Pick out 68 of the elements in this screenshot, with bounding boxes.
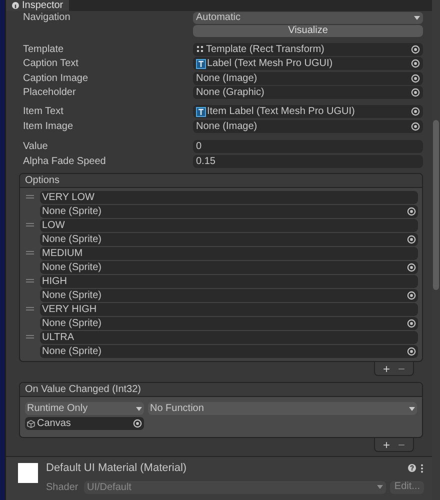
- field-label: Item Text: [23, 105, 64, 119]
- field-label: Caption Image: [23, 72, 90, 86]
- caret-icon: [409, 406, 415, 410]
- option-text-field[interactable]: VERY LOW: [40, 191, 418, 204]
- info-icon: [12, 2, 19, 9]
- caret-icon: [377, 485, 384, 489]
- sprite-field[interactable]: None (Sprite): [40, 205, 418, 218]
- add-button[interactable]: +: [382, 438, 390, 450]
- target-field[interactable]: Canvas: [25, 417, 144, 430]
- sprite-field[interactable]: None (Sprite): [40, 317, 418, 330]
- options-header: Options: [20, 174, 422, 188]
- option-text-field[interactable]: HIGH: [40, 275, 418, 288]
- sprite-field[interactable]: None (Sprite): [40, 261, 418, 274]
- scrollbar-thumb[interactable]: [433, 120, 439, 290]
- object-field[interactable]: None (Graphic): [193, 86, 423, 99]
- visualize-button[interactable]: Visualize: [193, 25, 423, 37]
- field-label: Alpha Fade Speed: [23, 154, 107, 168]
- field-label: Navigation: [23, 11, 72, 25]
- drag-handle-icon[interactable]: [26, 195, 34, 199]
- caret-icon: [136, 406, 142, 410]
- text-component-icon: [196, 58, 206, 68]
- object-picker-icon[interactable]: [407, 291, 416, 300]
- rect-transform-icon: [196, 45, 204, 53]
- number-field[interactable]: 0: [193, 140, 423, 152]
- object-picker-icon[interactable]: [407, 207, 416, 216]
- inspector-tab[interactable]: Inspector: [6, 0, 70, 11]
- field-label: Placeholder: [23, 86, 77, 100]
- help-icon[interactable]: [408, 464, 416, 472]
- material-name: Default UI Material (Material): [46, 461, 188, 476]
- sprite-field[interactable]: None (Sprite): [40, 233, 418, 246]
- field-label: Value: [23, 140, 49, 154]
- object-field[interactable]: Label (Text Mesh Pro UGUI): [193, 57, 423, 70]
- object-picker-icon[interactable]: [407, 319, 416, 328]
- object-picker-icon[interactable]: [407, 347, 416, 356]
- object-field[interactable]: Template (Rect Transform): [193, 42, 423, 56]
- object-field[interactable]: None (Image): [193, 120, 423, 132]
- event-header: On Value Changed (Int32): [20, 383, 422, 397]
- drag-handle-icon[interactable]: [26, 335, 34, 339]
- runtime-dropdown[interactable]: Runtime Only: [25, 402, 144, 415]
- cube-icon: [27, 420, 35, 428]
- add-button[interactable]: +: [382, 362, 390, 374]
- text-component-icon: [196, 106, 206, 116]
- object-picker-icon[interactable]: [407, 235, 416, 244]
- option-text-field[interactable]: MEDIUM: [40, 247, 418, 260]
- object-field[interactable]: Item Label (Text Mesh Pro UGUI): [193, 105, 423, 118]
- option-text-field[interactable]: ULTRA: [40, 331, 418, 344]
- option-text-field[interactable]: VERY HIGH: [40, 303, 418, 316]
- drag-handle-icon[interactable]: [26, 223, 34, 227]
- object-field[interactable]: None (Image): [193, 72, 423, 84]
- field-label: Item Image: [23, 120, 74, 134]
- field-label: Template: [23, 42, 65, 56]
- drag-handle-icon[interactable]: [26, 251, 34, 255]
- caret-icon: [414, 16, 420, 20]
- tab-title: Inspector: [22, 0, 64, 10]
- shader-label: Shader: [46, 480, 80, 494]
- more-icon[interactable]: [420, 464, 424, 473]
- material-swatch: [18, 463, 38, 483]
- function-dropdown[interactable]: No Function: [148, 402, 417, 415]
- object-picker-icon[interactable]: [133, 419, 142, 428]
- option-text-field[interactable]: LOW: [40, 219, 418, 232]
- drag-handle-icon[interactable]: [26, 307, 34, 311]
- number-field[interactable]: 0.15: [193, 154, 423, 168]
- drag-handle-icon[interactable]: [26, 279, 34, 283]
- sprite-field[interactable]: None (Sprite): [40, 345, 418, 358]
- sprite-field[interactable]: None (Sprite): [40, 289, 418, 302]
- dropdown-field[interactable]: Automatic: [193, 12, 423, 24]
- object-picker-icon[interactable]: [407, 263, 416, 272]
- field-label: Caption Text: [23, 57, 80, 71]
